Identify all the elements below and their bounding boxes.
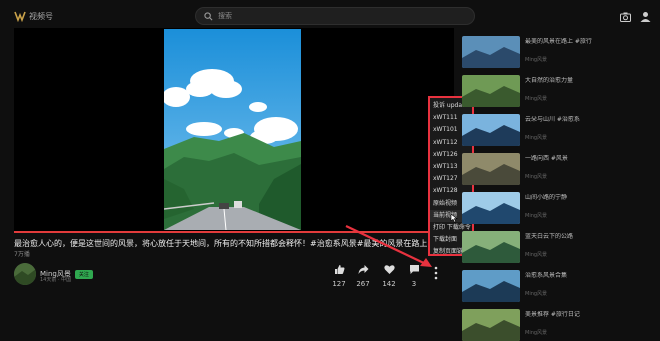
channel-avatar[interactable] [14, 263, 36, 285]
sidebar-video-title: 云朵与山川 #治愈系 [525, 116, 580, 123]
recommendation-sidebar: 最美的风景在路上 #旅行 Ming风景 大自然的治愈力量 Ming风景 云朵与山川 #治… [462, 34, 660, 341]
video-thumbnail [462, 270, 520, 302]
sidebar-video-title: 一路向西 #风景 [525, 155, 568, 162]
video-thumbnail [462, 75, 520, 107]
logo[interactable]: 视频号 [14, 10, 53, 22]
video-thumbnail [462, 192, 520, 224]
favorite-count: 142 [382, 280, 396, 288]
mouse-cursor-icon [450, 213, 458, 223]
share-count: 267 [356, 280, 370, 288]
user-avatar-icon[interactable] [640, 11, 651, 22]
sidebar-video-item[interactable]: 治愈系风景合集 Ming风景 [462, 270, 660, 302]
sidebar-video-meta: Ming风景 [525, 291, 548, 297]
search-icon [204, 11, 213, 20]
view-count: 7万播 [14, 251, 30, 258]
sidebar-video-title: 最美的风景在路上 #旅行 [525, 38, 592, 45]
sidebar-video-title: 治愈系风景合集 [525, 272, 568, 279]
search-input[interactable]: 搜索 [195, 7, 475, 25]
channel-subtext: 14天前 · 中国 [40, 277, 72, 283]
like-count: 127 [332, 280, 346, 288]
sidebar-video-item[interactable]: 最美的风景在路上 #旅行 Ming风景 [462, 36, 660, 68]
video-thumbnail [462, 309, 520, 341]
logo-text: 视频号 [29, 11, 53, 21]
sidebar-video-title: 山间小路的宁静 [525, 194, 568, 201]
logo-icon [14, 11, 26, 22]
sidebar-video-item[interactable]: 美景推荐 #旅行日记 Ming风景 [462, 309, 660, 341]
sidebar-video-meta: Ming风景 [525, 330, 548, 336]
video-player[interactable] [14, 28, 454, 231]
comment-count: 3 [411, 280, 417, 288]
annotation-arrow [345, 225, 432, 267]
video-frame [164, 29, 301, 230]
search-placeholder: 搜索 [218, 12, 232, 20]
sidebar-video-meta: Ming风景 [525, 174, 548, 180]
sidebar-video-item[interactable]: 大自然的治愈力量 Ming风景 [462, 75, 660, 107]
sidebar-video-item[interactable]: 蓝天白云下的公路 Ming风景 [462, 231, 660, 263]
sidebar-video-item[interactable]: 云朵与山川 #治愈系 Ming风景 [462, 114, 660, 146]
sidebar-video-meta: Ming风景 [525, 252, 548, 258]
sidebar-video-title: 大自然的治愈力量 [525, 77, 574, 84]
sidebar-video-title: 美景推荐 #旅行日记 [525, 311, 580, 318]
video-thumbnail [462, 231, 520, 263]
follow-button[interactable]: 关注 [74, 269, 93, 279]
sidebar-video-title: 蓝天白云下的公路 [525, 233, 574, 240]
sidebar-video-meta: Ming风景 [525, 96, 548, 102]
video-thumbnail [462, 114, 520, 146]
sidebar-video-meta: Ming风景 [525, 57, 548, 63]
channel-avatar-image [14, 263, 36, 285]
sidebar-video-meta: Ming风景 [525, 213, 548, 219]
sidebar-video-item[interactable]: 山间小路的宁静 Ming风景 [462, 192, 660, 224]
sidebar-video-item[interactable]: 一路向西 #风景 Ming风景 [462, 153, 660, 185]
video-thumbnail [462, 153, 520, 185]
sidebar-video-meta: Ming风景 [525, 135, 548, 141]
camera-icon[interactable] [620, 12, 631, 22]
video-thumbnail [462, 36, 520, 68]
